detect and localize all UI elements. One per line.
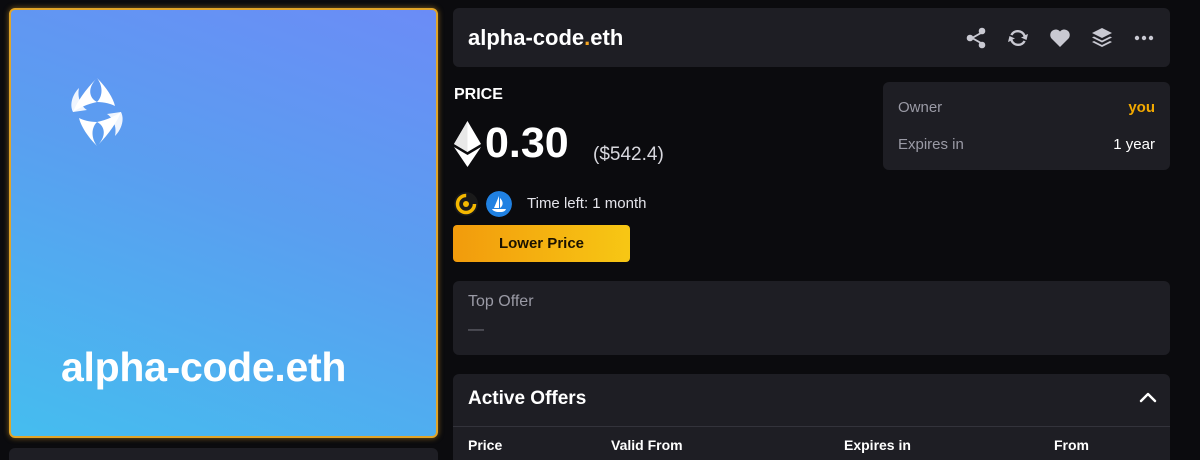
layers-icon [1092, 28, 1112, 47]
column-header-from: From [1054, 437, 1089, 453]
refresh-icon [1008, 29, 1028, 47]
more-options-button[interactable] [1130, 24, 1158, 52]
price-value: 0.30 [485, 119, 569, 167]
domain-title: alpha-code.eth [468, 25, 623, 51]
expires-row: Expires in 1 year [898, 136, 1155, 153]
ens-logo-icon [71, 78, 123, 146]
chevron-up-icon[interactable] [1138, 388, 1158, 408]
ens-vision-icon[interactable] [453, 191, 479, 217]
collections-button[interactable] [1088, 24, 1116, 52]
ethereum-icon [454, 121, 481, 167]
header-actions [962, 24, 1158, 52]
top-offer-label: Top Offer [468, 293, 534, 310]
divider [453, 426, 1170, 427]
heart-icon [1050, 29, 1070, 47]
top-offer-value: — [468, 321, 484, 338]
domain-title-tld: eth [590, 25, 624, 50]
expires-value: 1 year [1113, 136, 1155, 153]
column-header-valid-from: Valid From [611, 437, 683, 453]
active-offers-title: Active Offers [468, 388, 587, 409]
more-icon [1134, 35, 1154, 41]
owner-row: Owner you [898, 99, 1155, 116]
refresh-button[interactable] [1004, 24, 1032, 52]
owner-value[interactable]: you [1128, 99, 1155, 116]
owner-label: Owner [898, 99, 943, 116]
column-header-price: Price [468, 437, 503, 453]
lower-price-button[interactable]: Lower Price [453, 225, 630, 262]
opensea-icon[interactable] [486, 191, 512, 217]
card-below-panel [9, 448, 438, 460]
share-icon [966, 27, 986, 49]
header-bar: alpha-code.eth [453, 8, 1170, 67]
favorite-button[interactable] [1046, 24, 1074, 52]
share-button[interactable] [962, 24, 990, 52]
time-left: Time left: 1 month [527, 195, 647, 212]
price-usd: ($542.4) [593, 144, 664, 165]
nft-preview-card[interactable]: alpha-code.eth [9, 8, 438, 438]
price-label: PRICE [454, 86, 503, 103]
page: alpha-code.eth alpha-code.eth PRICE 0.30… [0, 0, 1200, 460]
top-offer-card: Top Offer — [453, 281, 1170, 355]
expires-label: Expires in [898, 136, 964, 153]
nft-name: alpha-code.eth [61, 344, 347, 390]
active-offers-panel: Active Offers Price Valid From Expires i… [453, 374, 1170, 460]
column-header-expires-in: Expires in [844, 437, 911, 453]
owner-card: Owner you Expires in 1 year [883, 82, 1170, 170]
domain-title-main: alpha-code [468, 25, 585, 50]
